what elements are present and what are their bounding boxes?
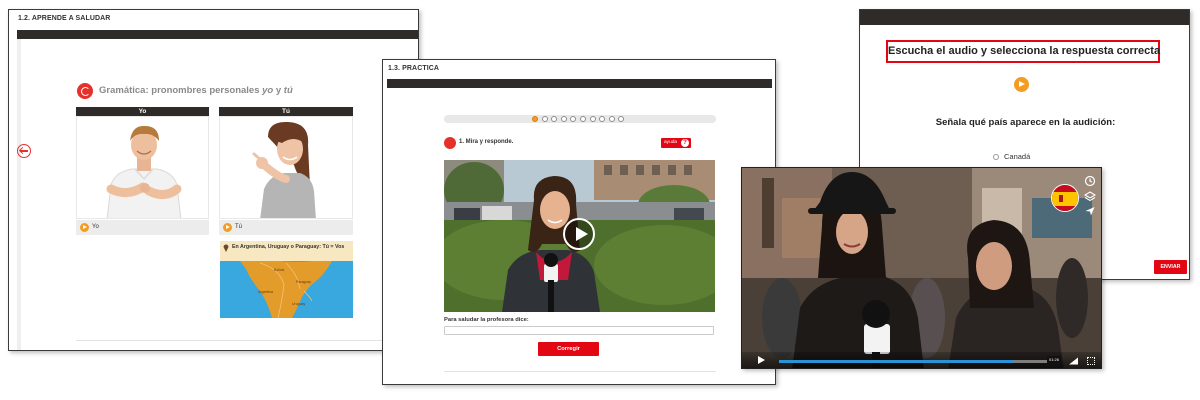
play-icon[interactable]: [758, 356, 765, 364]
layers-icon[interactable]: [1083, 189, 1097, 202]
spain-flag-icon: [1051, 184, 1079, 212]
map-label-argentina: Argentina: [258, 290, 273, 294]
audio-yo-label: Yo: [92, 224, 99, 230]
header-bar: [387, 79, 772, 88]
map-label-uruguay: Uruguay: [292, 302, 305, 306]
time-tooltip: 01:26: [1047, 356, 1061, 363]
check-button[interactable]: Corregir: [538, 342, 599, 356]
exercise-progress: [444, 115, 716, 123]
volume-icon[interactable]: [1068, 357, 1079, 365]
progress-step-dot[interactable]: [580, 116, 586, 122]
divider: [444, 371, 716, 372]
side-strip: [17, 39, 21, 350]
collage: 1.2. APRENDE A SALUDAR Gramática: pronom…: [0, 0, 1200, 400]
progress-step-dot[interactable]: [608, 116, 615, 122]
help-button[interactable]: ayuda: [661, 138, 691, 148]
section-title: 1.3. PRACTICA: [388, 65, 440, 72]
progress-step-dot[interactable]: [541, 116, 548, 122]
exercise-title: 1. Mira y responde.: [459, 139, 514, 145]
map-label-paraguay: Paraguay: [296, 280, 311, 284]
progress-step-dot[interactable]: [599, 116, 606, 122]
send-button[interactable]: ENVIAR: [1154, 260, 1187, 274]
option-label[interactable]: Canadá: [1004, 152, 1030, 161]
clock-icon[interactable]: [1084, 174, 1096, 187]
play-audio-icon[interactable]: [223, 223, 232, 232]
photo-woman-tu: [219, 116, 353, 219]
progress-step-dot[interactable]: [570, 116, 577, 122]
answer-input[interactable]: [444, 326, 714, 335]
progress-step-dot[interactable]: [618, 116, 625, 122]
instruction-box: Escucha el audio y selecciona la respues…: [886, 40, 1160, 63]
fullscreen-icon[interactable]: [1087, 357, 1095, 365]
play-audio-icon[interactable]: [1014, 77, 1029, 92]
share-icon[interactable]: [1084, 204, 1096, 216]
column-header-yo: Yo: [76, 107, 209, 116]
photo-boy-yo: [76, 116, 209, 219]
seek-progress: [779, 360, 1014, 363]
option-radio[interactable]: [993, 154, 999, 160]
audio-yo[interactable]: Yo: [76, 220, 209, 235]
grammar-logo-icon: [77, 83, 93, 99]
player-controls: 01:26: [742, 352, 1101, 368]
map-label-bolivia: Bolivia: [274, 268, 284, 272]
street-interview-video[interactable]: 01:26: [741, 167, 1102, 369]
lesson-screen-aprende-a-saludar: 1.2. APRENDE A SALUDAR Gramática: pronom…: [8, 9, 419, 351]
grammar-title: Gramática: pronombres personales yo y tú: [99, 85, 293, 96]
progress-step-dot[interactable]: [532, 116, 538, 122]
audio-tu[interactable]: Tú: [219, 220, 353, 235]
progress-step-dot[interactable]: [560, 116, 567, 122]
header-bar: [860, 10, 1189, 25]
quiz-question: Señala qué país aparece en la audición:: [935, 117, 1116, 128]
progress-step-dot[interactable]: [589, 116, 596, 122]
map-south-america: En Argentina, Uruguay o Paraguay: Tú = V…: [220, 241, 353, 318]
play-video-icon[interactable]: [563, 218, 595, 250]
audio-tu-label: Tú: [235, 224, 243, 230]
section-title: 1.2. APRENDE A SALUDAR: [18, 15, 111, 22]
progress-step-dot[interactable]: [551, 116, 558, 122]
divider: [76, 340, 418, 341]
play-audio-icon[interactable]: [80, 223, 89, 232]
practice-screen: 1.3. PRACTICA 1. Mira y responde. ayuda: [382, 59, 776, 385]
back-arrow-icon[interactable]: [17, 144, 31, 158]
exercise-logo-icon: [444, 137, 456, 149]
question-label: Para saludar la profesora dice:: [444, 317, 529, 323]
header-bar: [17, 30, 418, 39]
seek-bar[interactable]: 01:26: [779, 356, 1061, 363]
column-header-tu: Tú: [219, 107, 353, 116]
lesson-video[interactable]: [444, 160, 715, 312]
